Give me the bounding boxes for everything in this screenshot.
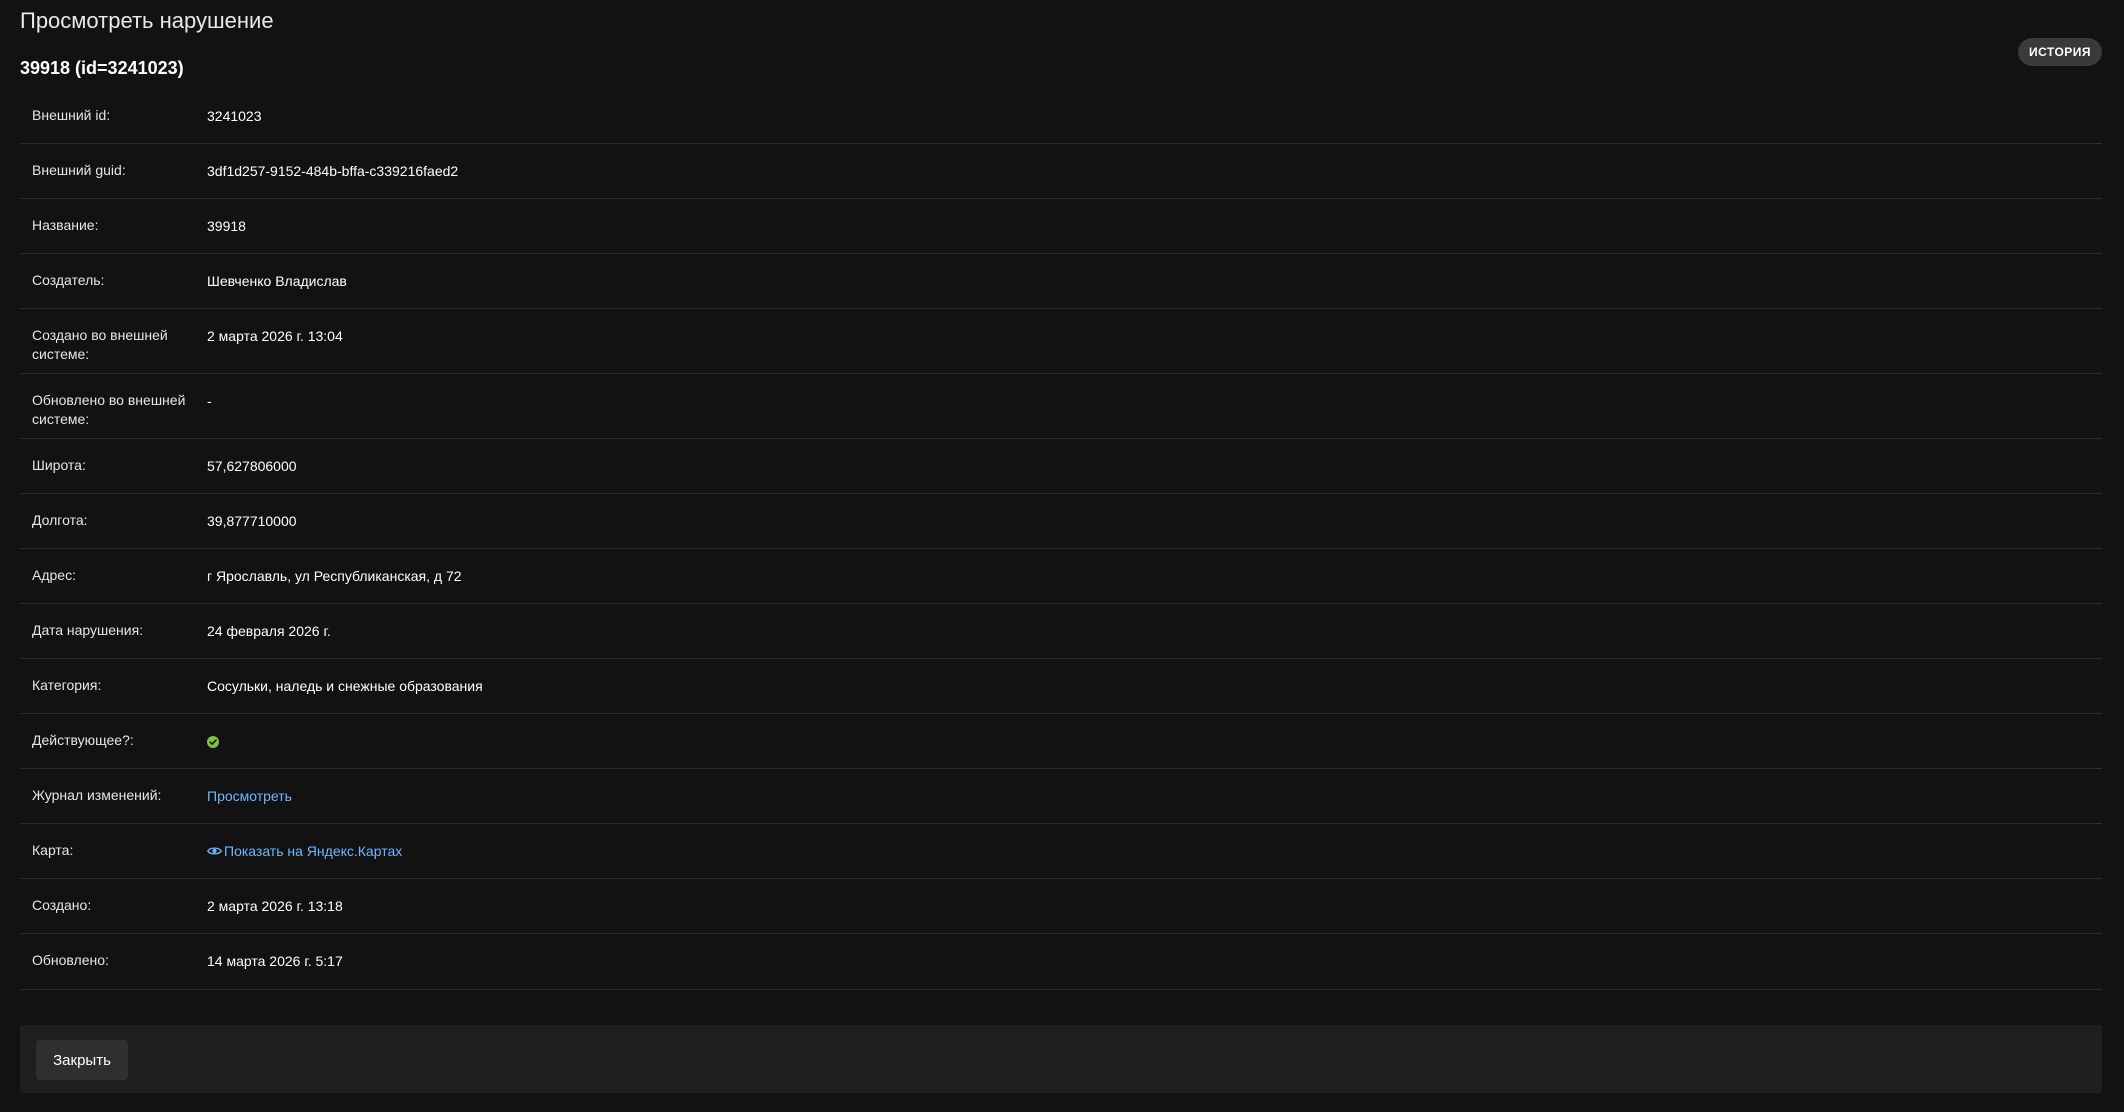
footer-actions: Закрыть <box>20 1025 2102 1093</box>
detail-row-map: Карта: Показать на Яндекс.Картах <box>20 824 2102 879</box>
field-label: Внешний id: <box>32 107 111 123</box>
show-on-yandex-maps-link[interactable]: Показать на Яндекс.Картах <box>207 843 402 859</box>
detail-row-updated: Обновлено: 14 марта 2026 г. 5:17 <box>20 934 2102 990</box>
violation-view-page: Просмотреть нарушение 39918 (id=3241023)… <box>0 0 2124 1112</box>
detail-row-category: Категория: Сосульки, наледь и снежные об… <box>20 659 2102 714</box>
eye-icon <box>207 847 222 855</box>
detail-row-change-log: Журнал изменений: Просмотреть <box>20 769 2102 824</box>
object-title: 39918 (id=3241023) <box>20 58 184 78</box>
field-value: 2 марта 2026 г. 13:04 <box>207 328 343 344</box>
detail-row-creator: Создатель: Шевченко Владислав <box>20 254 2102 309</box>
field-value: - <box>207 393 212 409</box>
field-label: Долгота: <box>32 512 88 528</box>
map-link-text: Показать на Яндекс.Картах <box>224 843 403 859</box>
field-value: Просмотреть <box>207 769 2102 823</box>
field-value: 3df1d257-9152-484b-bffa-c339216faed2 <box>207 163 459 179</box>
field-label: Создатель: <box>32 272 105 288</box>
field-value: 3241023 <box>207 108 262 124</box>
detail-row-created-external: Создано во внешней системе: 2 марта 2026… <box>20 309 2102 374</box>
field-label: Внешний guid: <box>32 162 126 178</box>
detail-row-address: Адрес: г Ярославль, ул Республиканская, … <box>20 549 2102 604</box>
field-value: 2 марта 2026 г. 13:18 <box>207 898 343 914</box>
field-value: г Ярославль, ул Республиканская, д 72 <box>207 568 462 584</box>
history-button[interactable]: ИСТОРИЯ <box>2018 38 2102 66</box>
field-value: 39918 <box>207 218 246 234</box>
details-table: Внешний id: 3241023 Внешний guid: 3df1d2… <box>20 89 2102 990</box>
field-value: Сосульки, наледь и снежные образования <box>207 678 483 694</box>
detail-row-latitude: Широта: 57,627806000 <box>20 439 2102 494</box>
field-label: Журнал изменений: <box>32 787 162 803</box>
field-value: 24 февраля 2026 г. <box>207 623 331 639</box>
detail-row-updated-external: Обновлено во внешней системе: - <box>20 374 2102 439</box>
field-label: Дата нарушения: <box>32 622 144 638</box>
check-circle-icon <box>207 736 219 748</box>
field-value: 57,627806000 <box>207 458 297 474</box>
detail-row-created: Создано: 2 марта 2026 г. 13:18 <box>20 879 2102 934</box>
detail-row-external-guid: Внешний guid: 3df1d257-9152-484b-bffa-c3… <box>20 144 2102 199</box>
detail-row-external-id: Внешний id: 3241023 <box>20 89 2102 144</box>
field-value: Шевченко Владислав <box>207 273 347 289</box>
field-label: Создано во внешней системе: <box>32 327 168 362</box>
field-label: Название: <box>32 217 99 233</box>
page-title: Просмотреть нарушение <box>20 8 274 33</box>
detail-row-violation-date: Дата нарушения: 24 февраля 2026 г. <box>20 604 2102 659</box>
field-value: Показать на Яндекс.Картах <box>207 824 2102 878</box>
field-value: 14 марта 2026 г. 5:17 <box>207 953 343 969</box>
detail-row-longitude: Долгота: 39,877710000 <box>20 494 2102 549</box>
detail-row-name: Название: 39918 <box>20 199 2102 254</box>
field-label: Действующее?: <box>32 732 134 748</box>
field-value <box>207 714 2102 768</box>
field-label: Адрес: <box>32 567 76 583</box>
view-change-log-link[interactable]: Просмотреть <box>207 788 292 804</box>
field-label: Создано: <box>32 897 92 913</box>
field-label: Категория: <box>32 677 102 693</box>
close-button[interactable]: Закрыть <box>36 1040 128 1080</box>
field-value: 39,877710000 <box>207 513 297 529</box>
field-label: Широта: <box>32 457 86 473</box>
field-label: Обновлено во внешней системе: <box>32 392 186 427</box>
detail-row-active: Действующее?: <box>20 714 2102 769</box>
field-label: Обновлено: <box>32 952 109 968</box>
field-label: Карта: <box>32 842 74 858</box>
